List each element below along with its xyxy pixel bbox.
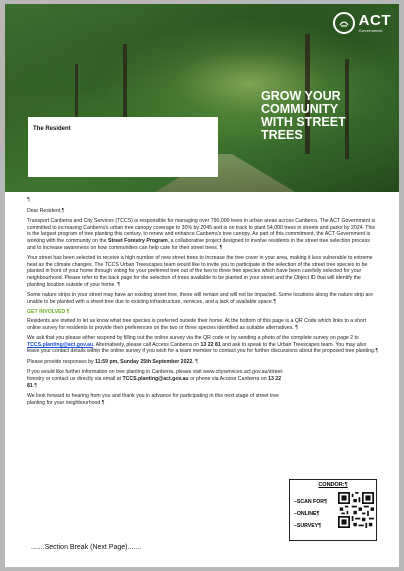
paragraph-deadline: Please provide responses by 11:59 pm, Su… [27,358,198,365]
headline: GROW YOUR COMMUNITY WITH STREET TREES [261,90,391,142]
paragraph-survey: Residents are invited to let us know wha… [27,317,367,331]
headline-line: TREES [261,128,303,142]
section-break: .......Section Break (Next Page)....... [31,544,142,551]
paragraph-thanks: We look forward to hearing from you and … [27,393,279,406]
address-box: The Resident [28,117,218,177]
paragraph-info: If you would like further information on… [27,369,284,389]
qr-code-icon[interactable] [338,492,374,528]
recipient-label: The Resident [33,126,71,132]
paragraph-nature-strips: Some nature strips in your street may ha… [27,292,374,305]
logo-text: ACT [358,11,391,29]
act-government-logo: ACT Government [332,11,391,34]
email-link[interactable]: TCCS.planting@act.gov.au [27,342,93,348]
letter-body: ¶ Dear Resident,¶ Transport Canberra and… [27,197,379,410]
paragraph-selection: Your street has been selected to receive… [27,255,373,288]
paragraph-intro: Transport Canberra and City Services (TC… [27,218,376,251]
letter-page: ACT Government The Resident GROW YOUR CO… [5,4,399,567]
condor-survey-box: CONDOR:¶ –SCAN FOR¶ –ONLINE¶ –SURVEY¶ [289,479,377,541]
hero-banner: ACT Government The Resident GROW YOUR CO… [5,4,399,192]
condor-label: –SCAN FOR¶ [294,499,327,505]
pilcrow: ¶ [27,197,30,203]
act-crest-icon [332,12,355,34]
condor-labels: –SCAN FOR¶ –ONLINE¶ –SURVEY¶ [294,496,327,532]
greeting: Dear Resident,¶ [27,207,65,214]
condor-label: –ONLINE¶ [294,511,320,517]
get-involved-heading: GET INVOLVED ¶ [27,309,70,316]
condor-label: –SURVEY¶ [294,523,322,529]
condor-title: CONDOR:¶ [318,482,348,488]
paragraph-respond: We ask that you please either respond by… [27,335,379,355]
